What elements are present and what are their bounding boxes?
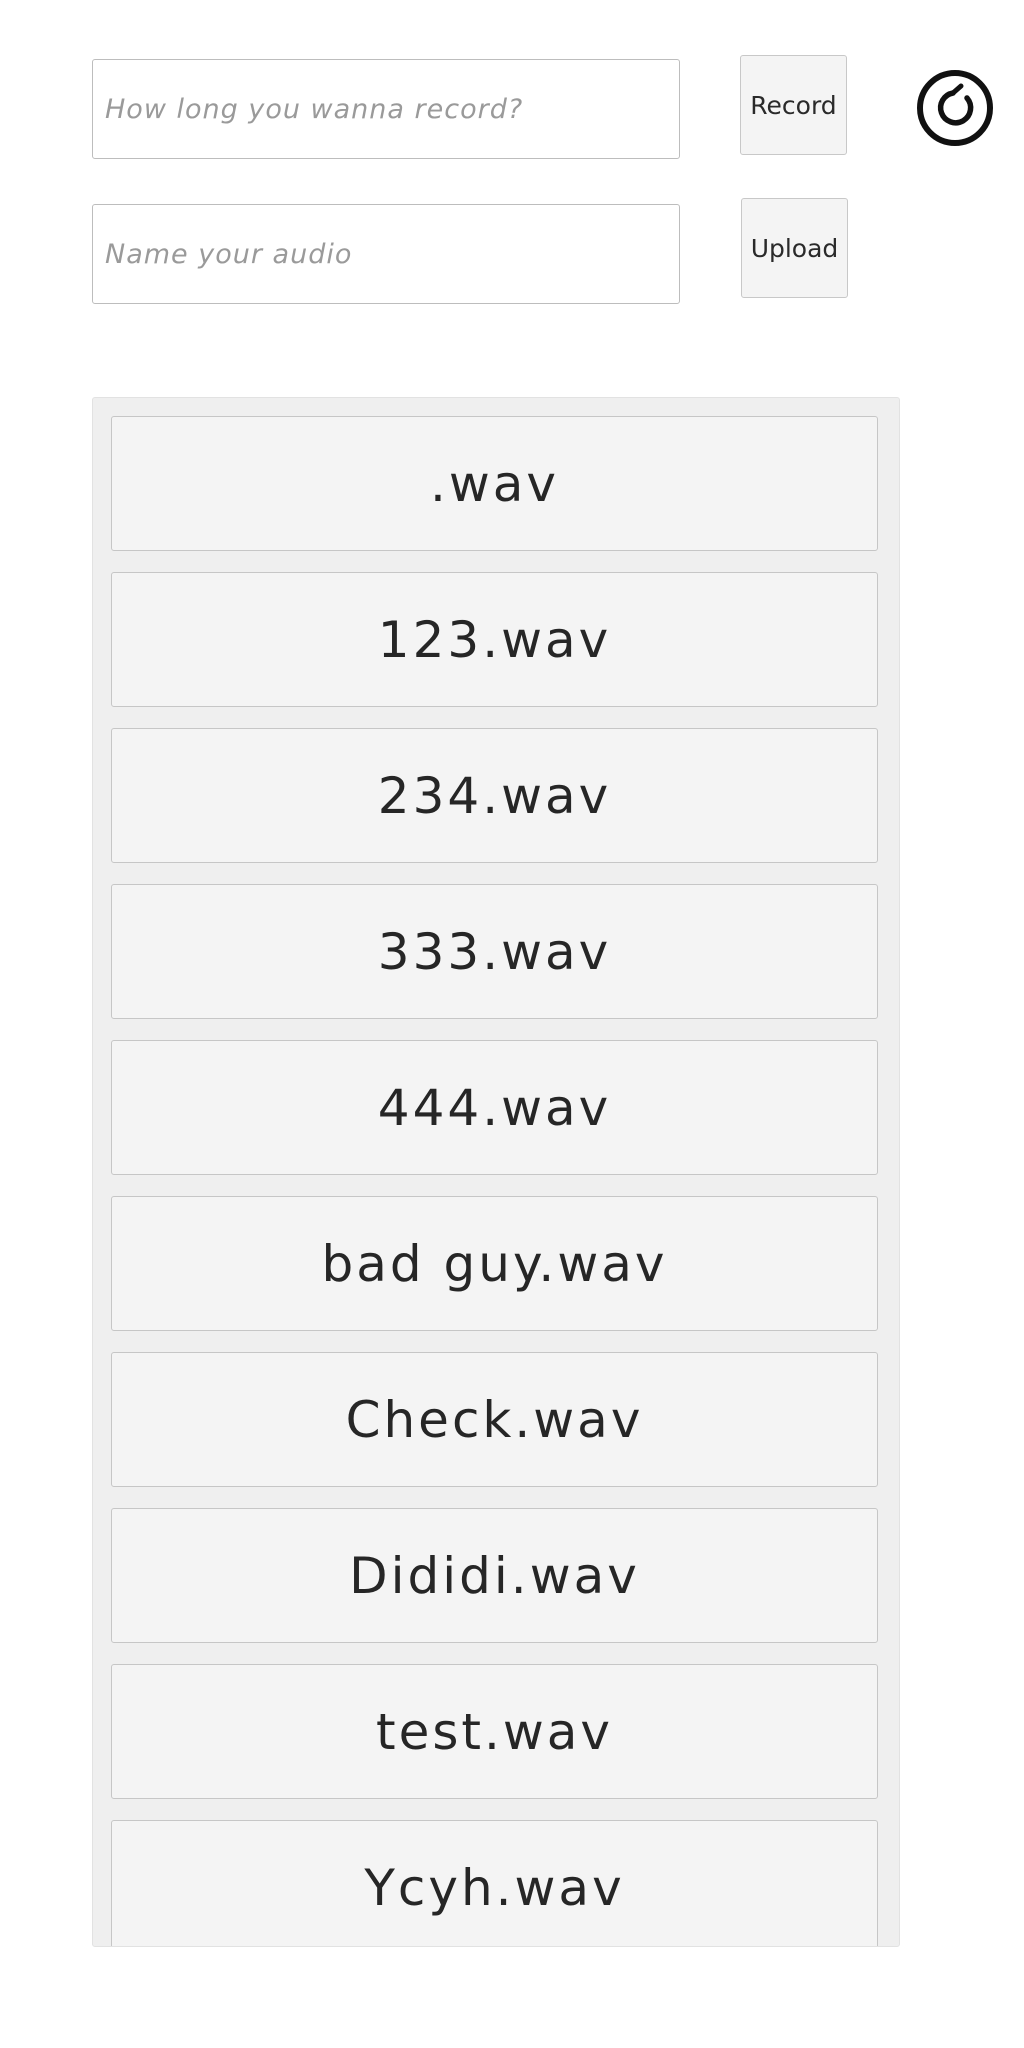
audio-file-name: 123.wav	[377, 610, 612, 669]
audio-file-name: Ycyh.wav	[364, 1858, 625, 1917]
audio-name-input[interactable]	[92, 204, 680, 304]
audio-file-item[interactable]: Ycyh.wav	[111, 1820, 878, 1946]
audio-file-name: test.wav	[375, 1702, 614, 1761]
record-button[interactable]: Record	[740, 55, 847, 155]
audio-file-item[interactable]: 234.wav	[111, 728, 878, 863]
audio-file-name: 234.wav	[377, 766, 612, 825]
audio-file-name: bad guy.wav	[321, 1234, 668, 1293]
audio-file-name: 444.wav	[377, 1078, 612, 1137]
audio-file-item[interactable]: .wav	[111, 416, 878, 551]
record-duration-input[interactable]	[92, 59, 680, 159]
audio-file-item[interactable]: bad guy.wav	[111, 1196, 878, 1331]
audio-file-list: .wav 123.wav 234.wav 333.wav 444.wav bad…	[92, 397, 900, 1947]
audio-file-name: Dididi.wav	[349, 1546, 640, 1605]
audio-file-name: Check.wav	[345, 1390, 644, 1449]
audio-file-item[interactable]: Check.wav	[111, 1352, 878, 1487]
upload-button[interactable]: Upload	[741, 198, 848, 298]
refresh-icon[interactable]	[915, 68, 995, 148]
audio-file-item[interactable]: 333.wav	[111, 884, 878, 1019]
audio-file-item[interactable]: test.wav	[111, 1664, 878, 1799]
audio-file-name: .wav	[429, 454, 560, 513]
audio-file-item[interactable]: Dididi.wav	[111, 1508, 878, 1643]
audio-file-item[interactable]: 444.wav	[111, 1040, 878, 1175]
audio-file-name: 333.wav	[377, 922, 612, 981]
audio-file-item[interactable]: 123.wav	[111, 572, 878, 707]
